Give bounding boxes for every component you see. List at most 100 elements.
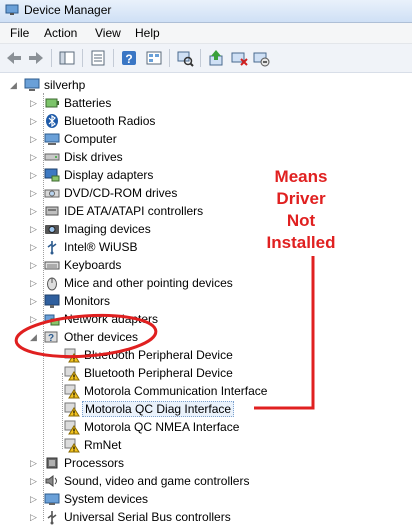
expand-arrow-icon[interactable]: ▷	[30, 278, 37, 288]
device-item-label: Motorola QC NMEA Interface	[84, 420, 240, 434]
tree-item-label: Bluetooth Radios	[64, 114, 156, 128]
device-tree: ◢ silverhp ▷ Batteries ▷ Bluetooth Radio…	[0, 73, 412, 527]
toolbar: ?	[0, 44, 412, 73]
help-icon[interactable]: ?	[119, 48, 139, 68]
expand-arrow-icon[interactable]: ▷	[30, 170, 37, 180]
device-item-label: Bluetooth Peripheral Device	[84, 366, 233, 380]
expand-arrow-icon[interactable]: ▷	[30, 242, 37, 252]
tree-item-label: Universal Serial Bus controllers	[64, 510, 231, 524]
tree-item-bluetooth-radios[interactable]: ▷ Bluetooth Radios	[30, 112, 364, 130]
tree-item-monitors[interactable]: ▷ Monitors	[30, 292, 364, 310]
device-item-warning[interactable]: Motorola QC NMEA Interface	[64, 418, 384, 436]
tree-item-computer[interactable]: ▷ Computer	[30, 130, 364, 148]
expand-arrow-icon[interactable]: ▷	[30, 494, 37, 504]
tree-item-sound[interactable]: ▷ Sound, video and game controllers	[30, 472, 364, 490]
device-item-warning[interactable]: RmNet	[64, 436, 384, 454]
uninstall-icon[interactable]	[251, 48, 271, 68]
device-item-warning[interactable]: Bluetooth Peripheral Device	[64, 346, 384, 364]
expand-arrow-icon[interactable]: ▷	[30, 260, 37, 270]
annotation-line: Driver	[276, 189, 326, 208]
camera-icon	[44, 221, 60, 237]
expand-arrow-icon[interactable]: ▷	[30, 206, 37, 216]
device-manager-app-icon	[5, 4, 19, 15]
expand-arrow-icon[interactable]: ▷	[30, 314, 37, 324]
expand-arrow-icon[interactable]: ▷	[30, 134, 37, 144]
wiusb-icon	[44, 239, 60, 255]
unknown-device-icon: ?	[44, 329, 60, 345]
expand-arrow-icon[interactable]: ▷	[30, 188, 37, 198]
disable-icon[interactable]	[229, 48, 249, 68]
tree-item-label: Mice and other pointing devices	[64, 276, 233, 290]
warning-device-icon	[64, 365, 80, 381]
menu-help[interactable]: Help	[135, 26, 160, 40]
tree-item-label: Keyboards	[64, 258, 122, 272]
tree-item-label: Batteries	[64, 96, 112, 110]
tree-item-label: Disk drives	[64, 150, 123, 164]
tree-item-batteries[interactable]: ▷ Batteries	[30, 94, 364, 112]
annotation-line: Means	[274, 167, 328, 186]
tree-item-label: Other devices	[64, 330, 139, 344]
tree-item-mice[interactable]: ▷ Mice and other pointing devices	[30, 274, 364, 292]
mouse-icon	[44, 275, 60, 291]
device-item-label: Motorola QC Diag Interface	[82, 401, 235, 417]
expand-arrow-icon[interactable]: ▷	[30, 476, 37, 486]
warning-device-icon	[64, 419, 80, 435]
view-icon[interactable]	[144, 48, 164, 68]
expand-arrow-icon[interactable]: ▷	[30, 152, 37, 162]
tree-item-processors[interactable]: ▷ Processors	[30, 454, 364, 472]
forward-icon[interactable]	[26, 48, 46, 68]
tree-item-label: System devices	[64, 492, 149, 506]
tree-item-label: IDE ATA/ATAPI controllers	[64, 204, 204, 218]
bluetooth-icon	[44, 113, 60, 129]
keyboard-icon	[44, 257, 60, 273]
tree-connector	[62, 373, 63, 449]
tree-item-label: Imaging devices	[64, 222, 151, 236]
toolbar-separator	[200, 49, 201, 67]
properties-icon[interactable]	[88, 48, 108, 68]
collapse-arrow-icon[interactable]: ◢	[30, 332, 37, 342]
tree-item-disk-drives[interactable]: ▷ Disk drives	[30, 148, 364, 166]
sound-icon	[44, 473, 60, 489]
collapse-arrow-icon[interactable]: ◢	[10, 80, 17, 90]
menu-view[interactable]: View	[95, 26, 121, 40]
toolbar-separator	[169, 49, 170, 67]
device-item-warning[interactable]: Bluetooth Peripheral Device	[64, 364, 384, 382]
tree-root[interactable]: ◢ silverhp	[10, 76, 144, 94]
back-icon[interactable]	[4, 48, 24, 68]
show-hide-tree-icon[interactable]	[57, 48, 77, 68]
menu-file[interactable]: File	[10, 26, 29, 40]
tree-root-label: silverhp	[44, 78, 86, 92]
monitor-icon	[44, 293, 60, 309]
device-item-selected[interactable]: Motorola QC Diag Interface	[64, 400, 384, 418]
tree-item-label: Intel® WiUSB	[64, 240, 138, 254]
title-bar: Device Manager	[0, 0, 412, 23]
expand-arrow-icon[interactable]: ▷	[30, 224, 37, 234]
tree-item-network-adapters[interactable]: ▷ Network adapters	[30, 310, 364, 328]
tree-item-label: Sound, video and game controllers	[64, 474, 250, 488]
expand-arrow-icon[interactable]: ▷	[30, 296, 37, 306]
expand-arrow-icon[interactable]: ▷	[30, 116, 37, 126]
computer-icon	[44, 131, 60, 147]
tree-item-label: Computer	[64, 132, 117, 146]
tree-item-label: Monitors	[64, 294, 111, 308]
system-icon	[44, 491, 60, 507]
update-driver-icon[interactable]	[206, 48, 226, 68]
tree-item-other-devices[interactable]: ◢ ? Other devices	[30, 328, 364, 346]
annotation-line: Installed	[266, 233, 336, 252]
annotation-text: Means Driver Not Installed	[256, 166, 346, 254]
tree-item-keyboards[interactable]: ▷ Keyboards	[30, 256, 364, 274]
menu-action[interactable]: Action	[44, 26, 77, 40]
expand-arrow-icon[interactable]: ▷	[30, 512, 37, 522]
computer-icon	[24, 77, 40, 93]
device-item-label: RmNet	[84, 438, 122, 452]
svg-text:?: ?	[48, 333, 54, 344]
tree-item-usb-controllers[interactable]: ▷ Universal Serial Bus controllers	[30, 508, 364, 526]
tree-item-system-devices[interactable]: ▷ System devices	[30, 490, 364, 508]
scan-hardware-icon[interactable]	[175, 48, 195, 68]
expand-arrow-icon[interactable]: ▷	[30, 458, 37, 468]
device-item-warning[interactable]: Motorola Communication Interface	[64, 382, 384, 400]
toolbar-separator	[113, 49, 114, 67]
svg-text:?: ?	[125, 52, 132, 66]
expand-arrow-icon[interactable]: ▷	[30, 98, 37, 108]
toolbar-separator	[82, 49, 83, 67]
